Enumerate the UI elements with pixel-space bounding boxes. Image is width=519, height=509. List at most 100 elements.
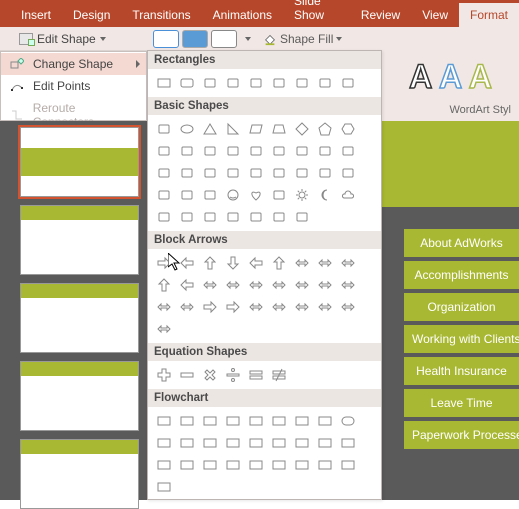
shape-arr-curveL[interactable] [245, 274, 267, 296]
shape-arr-uturn[interactable] [153, 274, 175, 296]
shape-textbox[interactable] [153, 118, 175, 140]
shape-round1[interactable] [268, 72, 290, 94]
shape-arr-ribbonL[interactable] [222, 296, 244, 318]
wordart-style-2[interactable]: A [440, 54, 462, 98]
shape-fc-alt[interactable] [176, 410, 198, 432]
shape-moon[interactable] [314, 184, 336, 206]
shape-rrect[interactable] [176, 72, 198, 94]
shape-equal[interactable] [245, 364, 267, 386]
shape-arr-curveD[interactable] [291, 274, 313, 296]
slide-thumb-1[interactable] [20, 127, 139, 197]
tab-format[interactable]: Format [459, 3, 519, 27]
shape-fc-conn[interactable] [222, 432, 244, 454]
shape-arr-callL[interactable] [268, 296, 290, 318]
slide-thumb-3[interactable] [20, 283, 139, 353]
shape-fc-manop[interactable] [199, 432, 221, 454]
shape-hex[interactable] [337, 118, 359, 140]
shape-brkt[interactable] [176, 206, 198, 228]
menu-change-shape[interactable]: Change Shape [1, 53, 146, 75]
shape-can[interactable] [245, 162, 267, 184]
shape-arr-lup[interactable] [176, 274, 198, 296]
shape-half[interactable] [337, 140, 359, 162]
shape-arr-ud[interactable] [268, 252, 290, 274]
shape-arr-r[interactable] [153, 252, 175, 274]
shape-arr-d[interactable] [222, 252, 244, 274]
tab-design[interactable]: Design [62, 3, 121, 27]
menu-edit-points[interactable]: Edit Points [1, 75, 146, 97]
shape-arr-curveR[interactable] [222, 274, 244, 296]
shape-fc-dec[interactable] [199, 410, 221, 432]
shape-minus[interactable] [176, 364, 198, 386]
shape-plaque[interactable] [222, 162, 244, 184]
shape-fc-display[interactable] [153, 476, 175, 498]
shape-arr-striped[interactable] [314, 274, 336, 296]
shape-arr-callR[interactable] [245, 296, 267, 318]
shape-rect[interactable] [153, 72, 175, 94]
shape-fc-multi[interactable] [314, 410, 336, 432]
shape-arr-home[interactable] [153, 296, 175, 318]
shape-arr-circ[interactable] [337, 296, 359, 318]
shape-snip1[interactable] [199, 72, 221, 94]
shape-arr-lr[interactable] [245, 252, 267, 274]
tab-animations[interactable]: Animations [202, 3, 283, 27]
shape-fc-disk[interactable] [337, 454, 359, 476]
shape-paren2[interactable] [291, 206, 313, 228]
shape-arr-swoosh[interactable] [153, 318, 175, 340]
slide-thumb-5[interactable] [20, 439, 139, 509]
shape-fc-prep[interactable] [153, 432, 175, 454]
shape-neq[interactable] [268, 364, 290, 386]
shape-sun[interactable] [291, 184, 313, 206]
shape-fc-man[interactable] [176, 432, 198, 454]
shape-brace2[interactable] [245, 206, 267, 228]
shape-dodeca[interactable] [222, 140, 244, 162]
shape-arr-chev[interactable] [176, 296, 198, 318]
shape-pie[interactable] [245, 140, 267, 162]
shape-smiley[interactable] [222, 184, 244, 206]
tab-insert[interactable]: Insert [10, 3, 62, 27]
shape-arr-curveU[interactable] [268, 274, 290, 296]
wordart-style-3[interactable]: A [469, 54, 491, 98]
shape-rounddiag[interactable] [314, 72, 336, 94]
shape-fc-sort[interactable] [176, 454, 198, 476]
shape-block[interactable] [153, 184, 175, 206]
gallery-more-icon[interactable] [245, 37, 251, 41]
shape-fc-delay[interactable] [268, 454, 290, 476]
shape-paren[interactable] [268, 206, 290, 228]
slide-button[interactable]: Paperwork Processes [404, 421, 519, 449]
slide-thumb-2[interactable] [20, 205, 139, 275]
shape-cross[interactable] [199, 162, 221, 184]
shape-style-2[interactable] [182, 30, 208, 48]
shape-fc-card[interactable] [268, 432, 290, 454]
shape-rect2[interactable] [337, 72, 359, 94]
shape-fc-or[interactable] [337, 432, 359, 454]
shape-fc-data[interactable] [222, 410, 244, 432]
shape-chord[interactable] [268, 140, 290, 162]
shape-fc-extract[interactable] [199, 454, 221, 476]
shape-arr-notched[interactable] [337, 274, 359, 296]
shape-round2[interactable] [291, 72, 313, 94]
shape-fc-seq[interactable] [291, 454, 313, 476]
wordart-letters[interactable]: A A A [388, 54, 513, 98]
shape-diag[interactable] [176, 162, 198, 184]
shape-fc-predef[interactable] [245, 410, 267, 432]
shape-arr-ribbonR[interactable] [199, 296, 221, 318]
shape-arc[interactable] [176, 184, 198, 206]
shape-heart[interactable] [245, 184, 267, 206]
tab-transitions[interactable]: Transitions [121, 3, 201, 27]
shape-arr-callD[interactable] [314, 296, 336, 318]
slide-thumb-4[interactable] [20, 361, 139, 431]
shape-pent[interactable] [314, 118, 336, 140]
shape-arc2[interactable] [153, 206, 175, 228]
slide-button[interactable]: Accomplishments [404, 261, 519, 289]
shape-bolt[interactable] [268, 184, 290, 206]
shape-brace[interactable] [222, 206, 244, 228]
slide-button[interactable]: Leave Time [404, 389, 519, 417]
shape-dec[interactable] [199, 140, 221, 162]
slide-button[interactable]: Health Insurance [404, 357, 519, 385]
shape-fc-collate[interactable] [153, 454, 175, 476]
tab-view[interactable]: View [411, 3, 459, 27]
wordart-style-1[interactable]: A [410, 54, 432, 98]
edit-shape-button[interactable]: Edit Shape [14, 29, 111, 49]
shape-plus[interactable] [153, 364, 175, 386]
shape-arr-u[interactable] [199, 252, 221, 274]
